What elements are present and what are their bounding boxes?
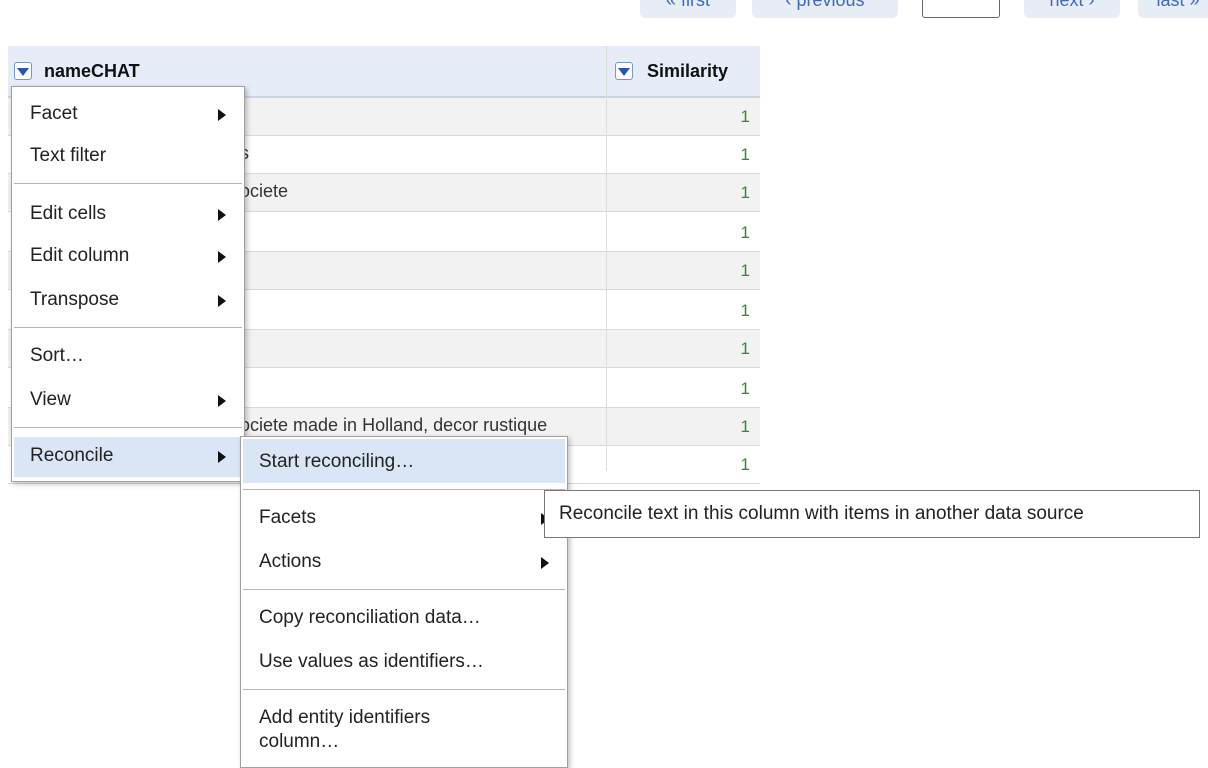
menu-divider xyxy=(14,183,242,184)
menu-item-label: Use values as identifiers… xyxy=(259,651,484,672)
cell-similarity: 1 xyxy=(740,339,750,358)
submenu-arrow-icon xyxy=(541,557,549,569)
tooltip: Reconcile text in this column with items… xyxy=(544,490,1200,538)
column-dropdown-icon[interactable] xyxy=(615,62,633,80)
menu-item-view[interactable]: View xyxy=(12,381,244,421)
menu-item-facet[interactable]: Facet xyxy=(12,95,244,135)
submenu-arrow-icon xyxy=(218,209,226,221)
menu-item-label: Start reconciling… xyxy=(259,451,415,472)
menu-item-label: Sort… xyxy=(30,345,84,366)
menu-divider xyxy=(243,589,565,590)
cell-namechat: ociete xyxy=(240,181,289,201)
menu-item-sort[interactable]: Sort… xyxy=(12,337,244,377)
last-page-button[interactable]: last » xyxy=(1138,0,1208,18)
reconcile-submenu: Start reconciling… Facets Actions Copy r… xyxy=(240,436,568,768)
submenu-arrow-icon xyxy=(218,251,226,263)
page-number-input[interactable] xyxy=(922,0,1000,18)
menu-item-label-line1: Add entity identifiers xyxy=(259,707,431,728)
menu-item-use-values-as-identifiers[interactable]: Use values as identifiers… xyxy=(241,643,567,683)
cell-similarity: 1 xyxy=(740,417,750,436)
menu-item-text-filter[interactable]: Text filter xyxy=(12,137,244,177)
menu-item-label: Reconcile xyxy=(30,445,114,466)
column-label: Similarity xyxy=(647,61,729,81)
menu-item-label: Edit column xyxy=(30,245,130,266)
column-header-similarity[interactable]: Similarity xyxy=(607,46,760,98)
menu-item-label: Edit cells xyxy=(30,203,107,224)
menu-item-label: Copy reconciliation data… xyxy=(259,607,481,628)
submenu-arrow-icon xyxy=(218,295,226,307)
previous-page-button[interactable]: ‹ previous xyxy=(752,0,898,18)
cell-namechat: ociete made in Holland, decor rustique xyxy=(240,415,548,435)
menu-item-facets[interactable]: Facets xyxy=(241,499,567,539)
menu-item-edit-column[interactable]: Edit column xyxy=(12,237,244,277)
menu-item-actions[interactable]: Actions xyxy=(241,543,567,583)
submenu-arrow-icon xyxy=(218,395,226,407)
cell-similarity: 1 xyxy=(740,107,750,126)
column-dropdown-icon[interactable] xyxy=(14,62,32,80)
menu-divider xyxy=(243,689,565,690)
menu-item-label: View xyxy=(30,389,71,410)
column-divider xyxy=(606,46,607,471)
menu-item-label: Text filter xyxy=(30,145,107,166)
cell-similarity: 1 xyxy=(740,145,750,164)
menu-divider xyxy=(14,327,242,328)
cell-similarity: 1 xyxy=(740,261,750,280)
submenu-arrow-icon xyxy=(218,451,226,463)
menu-item-copy-reconciliation-data[interactable]: Copy reconciliation data… xyxy=(241,599,567,639)
cell-similarity: 1 xyxy=(740,301,750,320)
menu-item-add-entity-identifiers-column[interactable]: Add entity identifiers column… xyxy=(241,699,567,759)
column-label: nameCHAT xyxy=(44,61,140,81)
pager: « first ‹ previous next › last » xyxy=(0,0,1208,20)
menu-item-label: Facet xyxy=(30,103,78,124)
menu-divider xyxy=(243,489,565,490)
cell-similarity: 1 xyxy=(740,455,750,474)
cell-similarity: 1 xyxy=(740,223,750,242)
menu-item-label-line2: column… xyxy=(259,731,340,752)
menu-item-label: Actions xyxy=(259,551,322,572)
menu-item-edit-cells[interactable]: Edit cells xyxy=(12,195,244,235)
menu-item-start-reconciling[interactable]: Start reconciling… xyxy=(243,439,565,483)
menu-item-transpose[interactable]: Transpose xyxy=(12,281,244,321)
next-page-button[interactable]: next › xyxy=(1024,0,1120,18)
menu-divider xyxy=(14,427,242,428)
menu-item-label: Facets xyxy=(259,507,317,528)
column-menu: Facet Text filter Edit cells Edit column… xyxy=(11,86,245,482)
cell-similarity: 1 xyxy=(740,183,750,202)
first-page-button[interactable]: « first xyxy=(640,0,736,18)
submenu-arrow-icon xyxy=(218,109,226,121)
menu-item-label: Transpose xyxy=(30,289,120,310)
menu-item-reconcile[interactable]: Reconcile xyxy=(14,437,242,477)
cell-similarity: 1 xyxy=(740,379,750,398)
